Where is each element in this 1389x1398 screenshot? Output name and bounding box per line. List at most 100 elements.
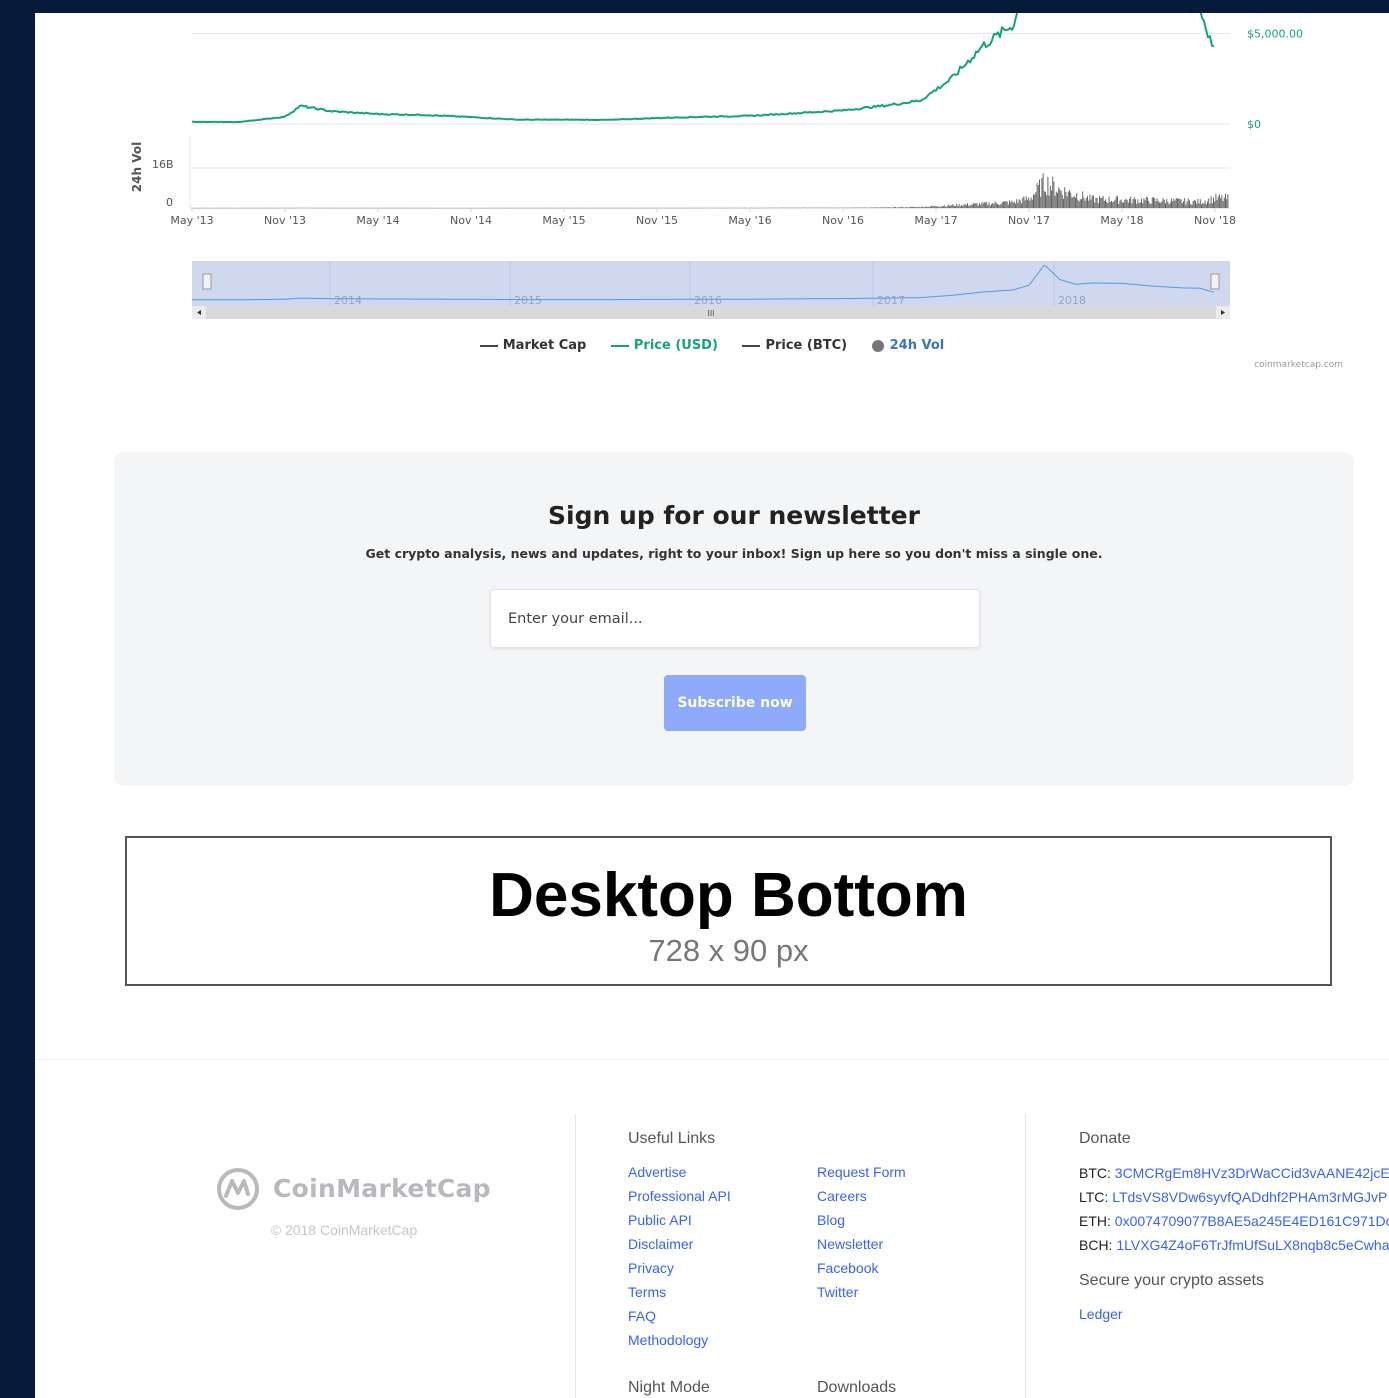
volume-bar (1196, 203, 1198, 208)
volume-bar (878, 207, 880, 208)
footer-link-newsletter[interactable]: Newsletter (817, 1236, 883, 1252)
volume-bar (1136, 203, 1138, 208)
footer-link-facebook[interactable]: Facebook (817, 1260, 878, 1276)
eth-address[interactable]: 0x0074709077B8AE5a245E4ED161C971Dc (1115, 1213, 1389, 1229)
volume-bar (907, 207, 908, 208)
volume-bar (1003, 201, 1004, 208)
volume-bar (1175, 198, 1177, 208)
volume-bar (1150, 203, 1152, 208)
footer-link-twitter[interactable]: Twitter (817, 1284, 858, 1300)
volume-bar (995, 202, 997, 208)
footer-link-privacy[interactable]: Privacy (628, 1260, 674, 1276)
legend-market-cap[interactable]: Market Cap (479, 338, 586, 353)
x-tick-label: May '14 (356, 214, 399, 227)
volume-bar (895, 207, 896, 208)
volume-bar (1124, 200, 1126, 208)
footer-divider (35, 1059, 1389, 1060)
volume-bar (1199, 199, 1201, 208)
volume-bar (1013, 201, 1015, 208)
subscribe-button[interactable]: Subscribe now (664, 675, 806, 731)
volume-bar (1101, 197, 1103, 208)
volume-bar (1019, 200, 1021, 208)
volume-bar (994, 201, 996, 208)
legend-label: Price (BTC) (765, 338, 848, 353)
legend-price-btc[interactable]: Price (BTC) (742, 338, 847, 353)
footer-link-request-form[interactable]: Request Form (817, 1164, 906, 1180)
volume-bar (904, 207, 906, 208)
volume-bar (1120, 199, 1122, 208)
legend-label: Price (USD) (633, 338, 718, 353)
volume-bar (1173, 198, 1175, 208)
ad-banner[interactable]: Desktop Bottom 728 x 90 px (125, 836, 1332, 986)
volume-bar (1216, 199, 1218, 208)
volume-bar (910, 206, 912, 208)
newsletter-title: Sign up for our newsletter (548, 501, 920, 530)
volume-bar (911, 206, 913, 208)
scrollbar-grip: III (707, 309, 714, 318)
donate-eth: ETH: 0x0074709077B8AE5a245E4ED161C971Dc (1079, 1213, 1389, 1229)
volume-bar (880, 207, 882, 208)
footer-link-professional-api[interactable]: Professional API (628, 1188, 731, 1204)
volume-bar (1166, 198, 1168, 208)
volume-bar (1181, 203, 1183, 208)
dot-icon (871, 339, 884, 352)
footer-link-disclaimer[interactable]: Disclaimer (628, 1236, 693, 1252)
vol-tick-label: 0 (166, 196, 173, 209)
x-tick-label: Nov '15 (636, 214, 678, 227)
legend-price-usd[interactable]: Price (USD) (610, 338, 718, 353)
volume-bar (979, 203, 980, 208)
footer-separator (1025, 1114, 1026, 1398)
volume-bar (982, 203, 984, 208)
volume-bar (934, 205, 936, 208)
footer-link-terms[interactable]: Terms (628, 1284, 666, 1300)
volume-bar (1172, 201, 1174, 208)
volume-bar (1204, 200, 1206, 208)
volume-bar (1040, 196, 1042, 208)
volume-bar (939, 206, 941, 208)
volume-bar (1089, 194, 1091, 208)
volume-bar (989, 205, 991, 208)
chart-credit[interactable]: coinmarketcap.com (1254, 360, 1343, 370)
coin-label: BCH: (1079, 1237, 1117, 1253)
footer-link-careers[interactable]: Careers (817, 1188, 867, 1204)
volume-bar (1169, 202, 1171, 208)
btc-address[interactable]: 3CMCRgEm8HVz3DrWaCCid3vAANE42jcE (1115, 1165, 1389, 1181)
x-tick-label: May '13 (170, 214, 213, 227)
footer-link-faq[interactable]: FAQ (628, 1308, 656, 1324)
email-input[interactable] (490, 589, 980, 648)
volume-bar (1022, 197, 1024, 208)
price-tick-label: $0 (1247, 118, 1261, 131)
footer-brand[interactable]: CoinMarketCap (215, 1166, 491, 1212)
volume-bar (1111, 200, 1112, 208)
volume-bar (1174, 200, 1176, 208)
volume-bar (1145, 196, 1147, 208)
volume-bar (1126, 199, 1128, 208)
volume-bar (1222, 200, 1224, 208)
volume-bar (1123, 202, 1124, 208)
price-tick-label: $5,000.00 (1247, 28, 1303, 41)
volume-bar (879, 207, 881, 208)
volume-bar (1087, 195, 1088, 208)
night-mode-toggle[interactable]: Night Mode (628, 1379, 710, 1397)
bch-address[interactable]: 1LVXG4Z4oF6TrJfmUfSuLX8nqb8c5eCwha (1116, 1237, 1389, 1253)
volume-bar (1012, 202, 1014, 208)
page: $5,000.00 $0 24h Vol 16B 0 May '13 Nov '13 May … (35, 13, 1389, 1398)
volume-bar (977, 205, 979, 208)
navigator-year-label: 2017 (877, 294, 905, 307)
price-chart[interactable]: $5,000.00 $0 24h Vol 16B 0 May '13 Nov '13 May … (35, 13, 1389, 393)
footer-link-public-api[interactable]: Public API (628, 1212, 692, 1228)
navigator-year-label: 2018 (1058, 294, 1086, 307)
footer-link-blog[interactable]: Blog (817, 1212, 845, 1228)
footer-link-advertise[interactable]: Advertise (628, 1164, 686, 1180)
volume-bar (1018, 199, 1020, 208)
volume-bar (1066, 196, 1068, 208)
volume-bar (1028, 197, 1030, 208)
volume-bar (999, 204, 1001, 208)
volume-bar (1077, 199, 1079, 208)
footer-link-methodology[interactable]: Methodology (628, 1332, 708, 1348)
ledger-link[interactable]: Ledger (1079, 1306, 1123, 1322)
volume-bar (945, 206, 947, 208)
legend-24h-vol[interactable]: 24h Vol (871, 338, 944, 353)
volume-bar (1112, 202, 1114, 208)
ltc-address[interactable]: LTdsVS8VDw6syvfQADdhf2PHAm3rMGJvP (1112, 1189, 1387, 1205)
